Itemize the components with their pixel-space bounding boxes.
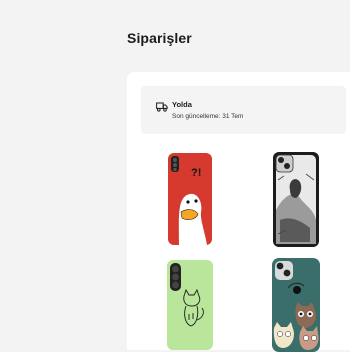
sketch-girl-phone-case-image — [273, 152, 319, 247]
product-image-3[interactable] — [165, 258, 217, 350]
cats-phone-case-image — [272, 258, 320, 352]
duck-phone-case-image: ?! — [168, 153, 212, 245]
order-update-text: Son güncelleme: 31 Tem — [172, 113, 244, 120]
order-status-card[interactable]: Yolda Son güncelleme: 31 Tem — [141, 86, 346, 134]
product-image-4[interactable] — [270, 256, 322, 352]
product-image-1[interactable]: ?! — [165, 150, 217, 250]
cat-lineart-phone-case-image — [167, 260, 213, 350]
truck-icon — [156, 99, 168, 112]
order-status-label: Yolda — [172, 100, 192, 109]
product-image-2[interactable] — [270, 150, 322, 250]
page-title: Siparişler — [127, 30, 192, 46]
svg-text:?!: ?! — [191, 167, 201, 179]
